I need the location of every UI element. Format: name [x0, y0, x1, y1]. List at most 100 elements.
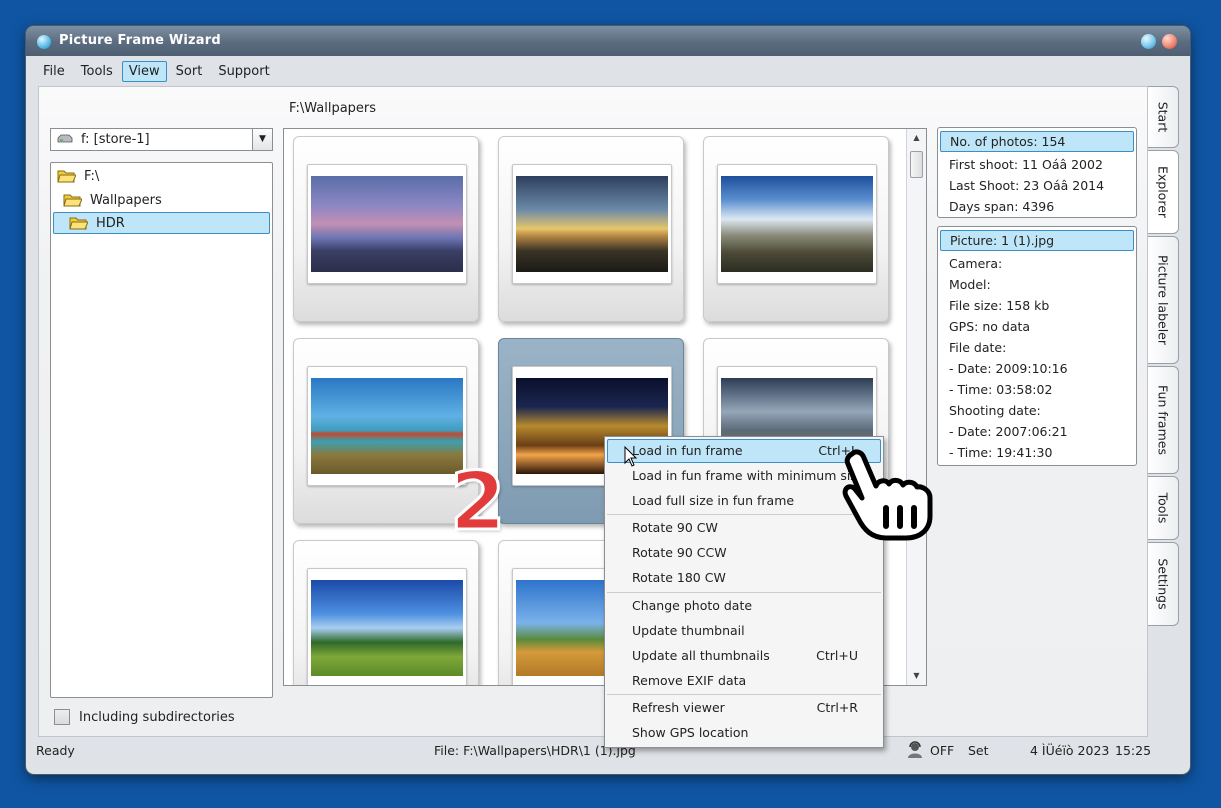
info-gps: GPS: no data	[949, 319, 1031, 334]
picture-name-header: Picture: 1 (1).jpg	[940, 230, 1134, 251]
menu-item-label: Update all thumbnails	[632, 648, 770, 663]
status-bar: Ready File: F:\Wallpapers\HDR\1 (1).jpg …	[36, 740, 1151, 762]
thumbnail-card[interactable]	[293, 540, 479, 685]
info-shooting-time-value: - Time: 19:41:30	[949, 445, 1053, 460]
menu-change-photo-date[interactable]: Change photo date	[607, 594, 881, 618]
title-bar[interactable]: Picture Frame Wizard	[26, 26, 1190, 56]
photo-frame	[307, 366, 467, 486]
menu-item-label: Load in fun frame	[632, 443, 743, 458]
photo-frame	[717, 164, 877, 284]
tab-label: Tools	[1155, 492, 1171, 524]
mouse-cursor-icon	[624, 446, 638, 467]
photo-stats-panel: No. of photos: 154 First shoot: 11 Oáâ 2…	[937, 127, 1137, 218]
thumbnail-image	[311, 378, 463, 474]
status-off[interactable]: OFF	[930, 743, 954, 758]
menu-bar: File Tools View Sort Support	[36, 59, 277, 83]
tab-label: Fun frames	[1155, 385, 1171, 455]
minimize-button[interactable]	[1141, 34, 1156, 49]
menu-show-gps-location[interactable]: Show GPS location	[607, 721, 881, 745]
pointing-hand-icon	[842, 449, 933, 541]
folder-icon	[69, 217, 88, 230]
menu-rotate-90-ccw[interactable]: Rotate 90 CCW	[607, 541, 881, 565]
info-shooting-date: Shooting date:	[949, 403, 1041, 418]
tree-item-hdr[interactable]: HDR	[53, 212, 270, 234]
first-shoot-line: First shoot: 11 Oáâ 2002	[949, 157, 1103, 172]
tab-label: Explorer	[1155, 165, 1171, 219]
close-button[interactable]	[1162, 34, 1177, 49]
tree-item-label: Wallpapers	[90, 192, 162, 208]
photo-frame	[512, 164, 672, 284]
menu-tools[interactable]: Tools	[74, 61, 120, 82]
info-file-date-value: - Date: 2009:10:16	[949, 361, 1068, 376]
thumbnail-image	[516, 176, 668, 272]
include-subdirs-checkbox[interactable]	[54, 709, 70, 725]
menu-item-label: Change photo date	[632, 598, 753, 613]
tab-label: Picture labeler	[1155, 254, 1171, 346]
menu-view[interactable]: View	[121, 60, 167, 82]
drive-icon	[57, 134, 73, 143]
picture-info-panel: Picture: 1 (1).jpg Camera: Model: File s…	[937, 226, 1137, 466]
folder-tree[interactable]: F:\ Wallpapers HDR	[50, 162, 273, 698]
thumbnail-image	[311, 580, 463, 676]
scrollbar-thumb[interactable]	[910, 151, 923, 178]
menu-sort[interactable]: Sort	[169, 61, 210, 82]
thumbnail-card[interactable]	[293, 136, 479, 322]
folder-icon	[63, 194, 82, 207]
info-file-time-value: - Time: 03:58:02	[949, 382, 1053, 397]
menu-item-label: Remove EXIF data	[632, 673, 747, 688]
menu-separator	[607, 694, 881, 695]
menu-item-label: Rotate 90 CCW	[632, 545, 727, 560]
tab-settings[interactable]: Settings	[1148, 542, 1179, 626]
menu-item-label: Update thumbnail	[632, 623, 745, 638]
folder-icon	[57, 170, 76, 183]
vertical-scrollbar[interactable]: ▲ ▼	[906, 129, 926, 685]
menu-item-label: Rotate 90 CW	[632, 520, 718, 535]
chevron-down-icon[interactable]: ▼	[252, 129, 272, 150]
app-orb-icon	[37, 35, 51, 49]
menu-refresh-viewer[interactable]: Refresh viewer Ctrl+R	[607, 696, 881, 720]
thumbnail-card[interactable]	[498, 136, 684, 322]
status-text: Ready	[36, 743, 75, 758]
photo-frame	[307, 164, 467, 284]
menu-item-label: Load in fun frame with minimum size	[632, 468, 865, 483]
tab-picture-labeler[interactable]: Picture labeler	[1148, 236, 1179, 364]
menu-support[interactable]: Support	[211, 61, 276, 82]
tab-fun-frames[interactable]: Fun frames	[1148, 366, 1179, 474]
menu-item-label: Refresh viewer	[632, 700, 725, 715]
drive-select[interactable]: f: [store-1] ▼	[50, 128, 273, 151]
tree-item-root[interactable]: F:\	[57, 165, 257, 187]
status-set[interactable]: Set	[968, 743, 989, 758]
include-subdirs-row[interactable]: Including subdirectories	[54, 709, 235, 725]
info-file-date: File date:	[949, 340, 1007, 355]
tab-tools[interactable]: Tools	[1148, 476, 1179, 540]
scroll-down-icon[interactable]: ▼	[907, 667, 926, 685]
menu-file[interactable]: File	[36, 61, 72, 82]
thumbnail-image	[311, 176, 463, 272]
thumbnail-card[interactable]	[703, 136, 889, 322]
days-span-line: Days span: 4396	[949, 199, 1055, 214]
include-subdirs-label: Including subdirectories	[79, 709, 235, 725]
menu-remove-exif[interactable]: Remove EXIF data	[607, 669, 881, 693]
info-camera: Camera:	[949, 256, 1003, 271]
tree-item-wallpapers[interactable]: Wallpapers	[63, 189, 263, 211]
step-number-annotation: 2	[449, 455, 508, 548]
menu-separator	[607, 592, 881, 593]
menu-update-all-thumbnails[interactable]: Update all thumbnails Ctrl+U	[607, 644, 881, 668]
tab-start[interactable]: Start	[1148, 86, 1179, 148]
scroll-up-icon[interactable]: ▲	[907, 129, 926, 147]
current-path: F:\Wallpapers	[289, 101, 377, 116]
last-shoot-line: Last Shoot: 23 Oáâ 2014	[949, 178, 1105, 193]
tab-explorer[interactable]: Explorer	[1148, 150, 1179, 234]
thumbnail-image	[721, 176, 873, 272]
side-tab-strip: Start Explorer Picture labeler Fun frame…	[1148, 86, 1182, 737]
avatar-icon[interactable]	[906, 741, 924, 759]
photo-count-header: No. of photos: 154	[940, 131, 1134, 152]
explorer-pane: F:\Wallpapers f: [store-1] ▼ F:\ Wallpap…	[38, 86, 1148, 737]
window-title: Picture Frame Wizard	[59, 33, 221, 48]
menu-rotate-180-cw[interactable]: Rotate 180 CW	[607, 566, 881, 590]
menu-update-thumbnail[interactable]: Update thumbnail	[607, 619, 881, 643]
menu-item-shortcut: Ctrl+R	[816, 700, 858, 715]
drive-select-value: f: [store-1]	[81, 132, 150, 147]
tab-label: Start	[1155, 101, 1171, 133]
tree-item-label: HDR	[96, 215, 125, 231]
